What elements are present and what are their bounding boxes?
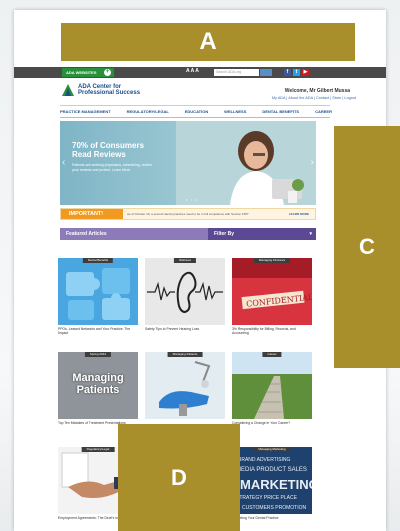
filter-label: Filter By [214, 231, 235, 237]
article-caption: PPOs, Leased Networks and Your Practice:… [58, 327, 131, 336]
hero-carousel[interactable]: 70% of Consumers Read Reviews Patients a… [60, 121, 316, 205]
boardwalk-icon [232, 352, 312, 419]
annotation-box-c: C [334, 126, 400, 368]
svg-text:MARKETING: MARKETING [240, 477, 312, 492]
search-input[interactable]: Search ADA.org [214, 69, 259, 76]
article-image-marketing: Managing Marketing BRAND ADVERTISING MED… [232, 447, 312, 514]
folder-icon: CONFIDENTIAL [232, 258, 312, 325]
nav-regulatory-legal[interactable]: REGULATORY/LEGAL [127, 108, 169, 116]
account-links[interactable]: My ADA | About the ADA | Contact | Store… [272, 96, 356, 100]
article-image-ear: Wellness [145, 258, 225, 325]
article-category-label: Career [262, 352, 282, 357]
ada-websites-button[interactable]: ADA WEBSITES + [62, 68, 114, 77]
nav-dental-benefits[interactable]: DENTAL BENEFITS [262, 108, 299, 116]
nav-divider [60, 117, 330, 118]
article-card[interactable]: Career Considering a Change in Your Care… [232, 352, 312, 425]
youtube-icon[interactable]: ▶ [302, 69, 309, 76]
article-card[interactable]: Managing Marketing BRAND ADVERTISING MED… [232, 447, 312, 520]
nav-wellness[interactable]: WELLNESS [224, 108, 246, 116]
learn-more-link[interactable]: LEARN MORE [289, 212, 309, 216]
article-card[interactable]: Dental Benefits PPOs, Leased Networks an… [58, 258, 138, 336]
article-caption: Marketing Your Dental Practice [232, 516, 279, 520]
text-size-control[interactable]: A A A [186, 68, 199, 74]
hero-photo [176, 121, 316, 205]
article-card[interactable]: Spring 2014 Managing Patients Top Ten Mi… [58, 352, 138, 425]
article-image-managing-patients: Spring 2014 Managing Patients [58, 352, 138, 419]
svg-text:STRATEGY PRICE PLACE: STRATEGY PRICE PLACE [236, 495, 298, 501]
ear-icon [145, 258, 225, 325]
nav-career[interactable]: CAREER [315, 108, 332, 116]
article-caption: Considering a Change in Your Career? [232, 421, 291, 425]
logo-line-2: Professional Success [78, 90, 141, 96]
carousel-dots[interactable]: • • • [186, 197, 197, 202]
article-category-label: Regulatory/Legal [81, 447, 115, 452]
carousel-next-icon[interactable]: › [311, 157, 314, 168]
overlay-text: Managing Patients [72, 372, 124, 396]
article-caption: 3% Responsibility for Billing, Records, … [232, 327, 296, 336]
annotation-box-a: A [61, 23, 355, 61]
twitter-icon[interactable]: t [293, 69, 300, 76]
article-category-label: Wellness [173, 258, 197, 263]
featured-articles-bar: Featured Articles Filter By ▾ [60, 228, 316, 240]
article-image-puzzle: Dental Benefits [58, 258, 138, 325]
article-image-folder: Managing Finances CONFIDENTIAL [232, 258, 312, 325]
site-logo[interactable]: ADA Center for Professional Success [78, 84, 140, 96]
plus-icon: + [104, 69, 111, 76]
article-image-dental-chair: Managing Patients [145, 352, 225, 419]
article-category-label: Managing Finances [253, 258, 291, 263]
important-tag: IMPORTANT! [61, 209, 123, 219]
search-button[interactable] [260, 69, 272, 76]
ada-logo-icon [62, 84, 74, 96]
svg-text:BRAND ADVERTISING: BRAND ADVERTISING [238, 457, 291, 463]
nav-practice-management[interactable]: PRACTICE MANAGEMENT [60, 108, 111, 116]
marketing-wordcloud-icon: BRAND ADVERTISING MEDIA PRODUCT SALES MA… [232, 447, 312, 514]
article-card[interactable]: Managing Patients [145, 352, 225, 421]
ada-websites-label: ADA WEBSITES [66, 70, 97, 75]
annotation-box-d: D [118, 424, 240, 531]
featured-title: Featured Articles [66, 231, 107, 237]
hero-headline: 70% of Consumers Read Reviews [72, 141, 145, 159]
article-category-label: Dental Benefits [82, 258, 114, 263]
article-category-label: Spring 2014 [84, 352, 112, 357]
article-caption: Safety Tips to Prevent Hearing Loss [145, 327, 200, 331]
nav-education[interactable]: EDUCATION [185, 108, 208, 116]
article-category-label: Managing Marketing [253, 447, 291, 452]
hero-body: Patients are seeking physicians, schedul… [72, 163, 152, 172]
important-message: As of October 16, a second dental practi… [127, 212, 249, 216]
dental-chair-icon [145, 352, 225, 419]
important-notice: IMPORTANT! As of October 16, a second de… [60, 208, 316, 220]
facebook-icon[interactable]: f [284, 69, 291, 76]
svg-text:MEDIA PRODUCT SALES: MEDIA PRODUCT SALES [236, 467, 307, 473]
article-card[interactable]: Wellness Safety Tips to Prevent Hearing … [145, 258, 225, 331]
welcome-message: Welcome, Mr Gilbert Mussa [284, 88, 350, 94]
article-category-label: Managing Patients [167, 352, 203, 357]
article-card[interactable]: Managing Finances CONFIDENTIAL 3% Respon… [232, 258, 312, 336]
header-divider [60, 105, 330, 106]
utility-bar: ADA WEBSITES + A A A Search ADA.org f t … [14, 67, 386, 78]
main-nav: PRACTICE MANAGEMENT REGULATORY/LEGAL EDU… [60, 108, 332, 116]
svg-text:CUSTOMERS PROMOTION: CUSTOMERS PROMOTION [242, 505, 306, 511]
carousel-prev-icon[interactable]: ‹ [62, 157, 65, 168]
puzzle-icon [58, 258, 138, 325]
article-image-boardwalk: Career [232, 352, 312, 419]
filter-dropdown[interactable]: Filter By ▾ [208, 228, 316, 240]
chevron-down-icon: ▾ [309, 231, 312, 237]
